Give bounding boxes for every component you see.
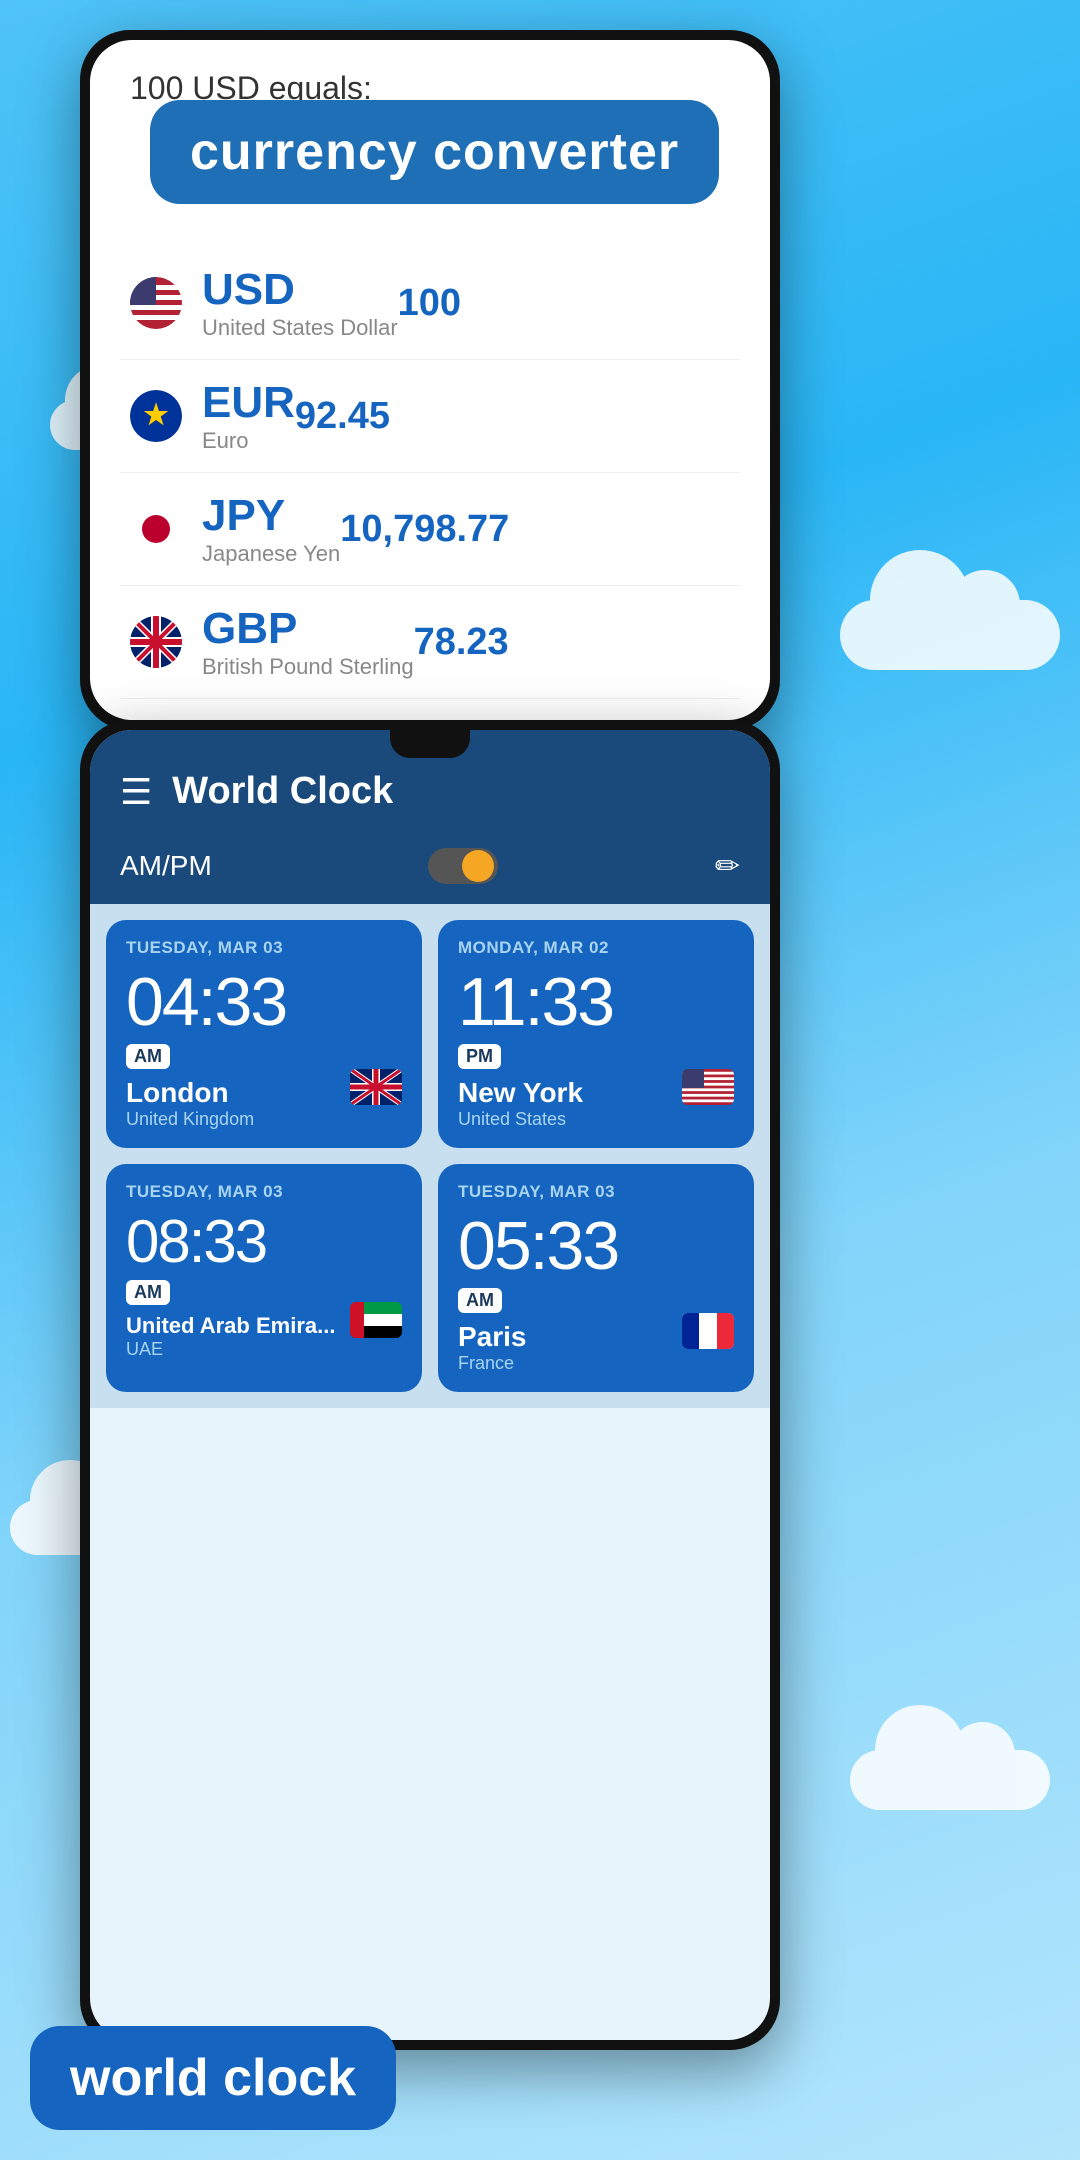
currency-item-aud[interactable]: AUD Australian Dollar 153.18 — [120, 699, 740, 720]
toggle-track[interactable] — [428, 848, 498, 884]
jpy-flag — [130, 503, 182, 555]
usd-flag — [130, 277, 182, 329]
london-footer: AM London United Kingdom — [126, 1044, 402, 1130]
currency-banner-text: currency converter — [190, 123, 679, 181]
currency-list: USD United States Dollar 100 ★ EUR Euro … — [90, 247, 770, 720]
paris-date: TUESDAY, MAR 03 — [458, 1182, 734, 1202]
eur-name: Euro — [202, 428, 295, 454]
gbp-info: GBP British Pound Sterling — [202, 604, 414, 680]
currency-converter-banner: currency converter — [150, 100, 719, 204]
usd-info: USD United States Dollar — [202, 265, 398, 341]
ampm-label: AM/PM — [120, 850, 212, 882]
phone-currency-converter: currency converter 100 USD equals: — [80, 30, 780, 730]
clock-card-newyork[interactable]: MONDAY, MAR 02 11:33 PM New York United … — [438, 920, 754, 1148]
phone-world-clock: ☰ World Clock AM/PM ✏ TUESDAY, MAR 03 04… — [80, 720, 780, 2050]
london-date: TUESDAY, MAR 03 — [126, 938, 402, 958]
currency-item-gbp[interactable]: GBP British Pound Sterling 78.23 — [120, 586, 740, 699]
edit-icon[interactable]: ✏ — [715, 849, 740, 884]
usd-name: United States Dollar — [202, 315, 398, 341]
svg-text:★: ★ — [143, 399, 168, 430]
uk-flag — [350, 1069, 402, 1105]
ampm-toggle[interactable] — [428, 848, 498, 884]
cloud-4 — [850, 1750, 1050, 1810]
london-time: 04:33 — [126, 968, 402, 1036]
hamburger-icon[interactable]: ☰ — [120, 771, 152, 813]
ampm-bar: AM/PM ✏ — [90, 833, 770, 904]
newyork-country: United States — [458, 1109, 583, 1130]
paris-country: France — [458, 1353, 527, 1374]
london-ampm: AM — [126, 1044, 170, 1069]
phone-notch — [390, 730, 470, 758]
usd-value: 100 — [398, 282, 461, 325]
london-location: AM London United Kingdom — [126, 1044, 254, 1130]
clock-card-london[interactable]: TUESDAY, MAR 03 04:33 AM London United K… — [106, 920, 422, 1148]
clock-grid: TUESDAY, MAR 03 04:33 AM London United K… — [90, 904, 770, 1408]
paris-ampm: AM — [458, 1288, 502, 1313]
jpy-name: Japanese Yen — [202, 541, 340, 567]
world-clock-label: world clock — [30, 2026, 396, 2130]
eur-value: 92.45 — [295, 395, 390, 438]
eur-flag: ★ — [130, 390, 182, 442]
currency-item-jpy[interactable]: JPY Japanese Yen 10,798.77 — [120, 473, 740, 586]
currency-item-usd[interactable]: USD United States Dollar 100 — [120, 247, 740, 360]
gbp-value: 78.23 — [414, 621, 509, 664]
uae-time: 08:33 — [126, 1212, 402, 1272]
world-clock-title: World Clock — [172, 770, 393, 813]
usd-code: USD — [202, 265, 295, 314]
newyork-footer: PM New York United States — [458, 1044, 734, 1130]
phone1-screen: currency converter 100 USD equals: — [90, 40, 770, 720]
paris-location: AM Paris France — [458, 1288, 527, 1374]
eur-info: EUR Euro — [202, 378, 295, 454]
clock-card-paris[interactable]: TUESDAY, MAR 03 05:33 AM Paris France — [438, 1164, 754, 1392]
gbp-flag — [130, 616, 182, 668]
uae-ampm: AM — [126, 1280, 170, 1305]
uae-date: TUESDAY, MAR 03 — [126, 1182, 402, 1202]
uae-footer: AM United Arab Emira... UAE — [126, 1280, 402, 1360]
newyork-city: New York — [458, 1077, 583, 1109]
london-country: United Kingdom — [126, 1109, 254, 1130]
phone2-screen: ☰ World Clock AM/PM ✏ TUESDAY, MAR 03 04… — [90, 730, 770, 2040]
gbp-code: GBP — [202, 604, 297, 653]
uae-city: United Arab Emira... — [126, 1313, 335, 1339]
london-city: London — [126, 1077, 254, 1109]
gbp-name: British Pound Sterling — [202, 654, 414, 680]
world-clock-label-text: world clock — [70, 2049, 356, 2107]
us-flag — [682, 1069, 734, 1105]
eur-code: EUR — [202, 378, 295, 427]
newyork-location: PM New York United States — [458, 1044, 583, 1130]
paris-time: 05:33 — [458, 1212, 734, 1280]
france-flag — [682, 1313, 734, 1349]
uae-country: UAE — [126, 1339, 335, 1360]
currency-item-eur[interactable]: ★ EUR Euro 92.45 — [120, 360, 740, 473]
uae-location: AM United Arab Emira... UAE — [126, 1280, 335, 1360]
newyork-ampm: PM — [458, 1044, 501, 1069]
newyork-date: MONDAY, MAR 02 — [458, 938, 734, 958]
jpy-value: 10,798.77 — [340, 508, 509, 551]
clock-card-uae[interactable]: TUESDAY, MAR 03 08:33 AM United Arab Emi… — [106, 1164, 422, 1392]
cloud-1 — [840, 600, 1060, 670]
paris-city: Paris — [458, 1321, 527, 1353]
paris-footer: AM Paris France — [458, 1288, 734, 1374]
uae-flag — [350, 1302, 402, 1338]
newyork-time: 11:33 — [458, 968, 734, 1036]
jpy-info: JPY Japanese Yen — [202, 491, 340, 567]
jpy-code: JPY — [202, 491, 285, 540]
toggle-thumb — [462, 850, 494, 882]
